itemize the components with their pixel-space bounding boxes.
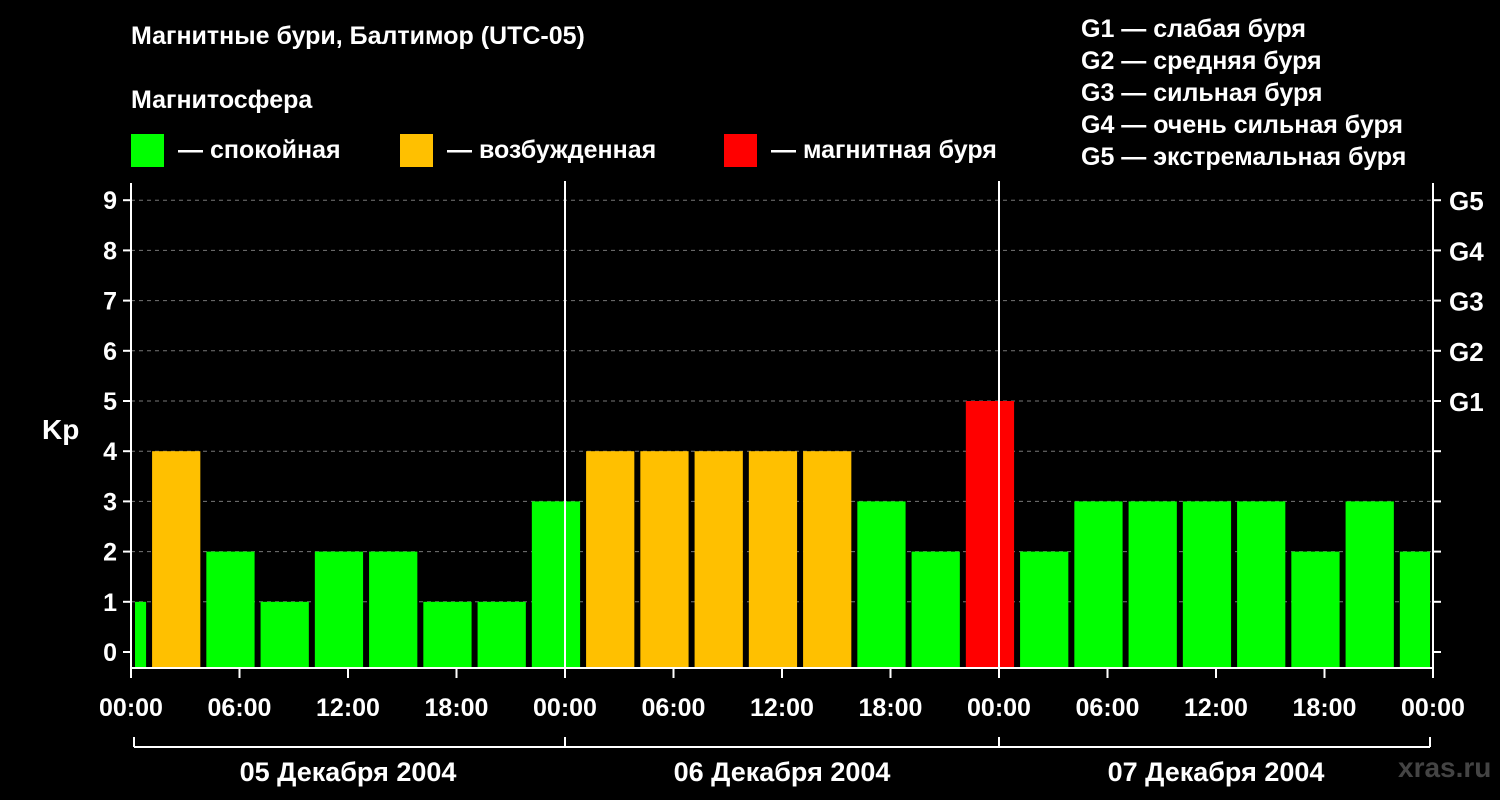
kp-bar (911, 551, 960, 668)
kp-bar (152, 451, 201, 668)
x-tick-label: 06:00 (1076, 694, 1140, 722)
kp-bar (1182, 501, 1232, 668)
day-label: 06 Декабря 2004 (674, 757, 891, 787)
x-tick-label: 18:00 (1293, 694, 1357, 722)
day-label: 07 Декабря 2004 (1108, 757, 1325, 787)
x-tick-label: 06:00 (208, 694, 272, 722)
x-tick-label: 06:00 (642, 694, 706, 722)
y-tick-label: 7 (103, 288, 117, 316)
x-tick-label: 00:00 (99, 694, 163, 722)
y-tick-label: 4 (103, 438, 117, 466)
kp-bar (260, 601, 309, 668)
y-tick-label: 6 (103, 338, 117, 366)
y-tick-label: 1 (103, 589, 117, 617)
kp-bar (1345, 501, 1394, 668)
kp-bar (135, 601, 147, 668)
kp-bar (694, 451, 743, 668)
kp-bar (803, 451, 852, 668)
kp-bar (1399, 551, 1430, 668)
watermark: xras.ru (1398, 752, 1492, 783)
x-tick-label: 12:00 (1184, 694, 1248, 722)
kp-chart: 0 1 2 3 4 5 6 7 8 9 G1 G2 G3 G4 G5 Kp 00:00 06:00 12:00 18:… (42, 181, 1484, 787)
x-tick-label: 00:00 (533, 694, 597, 722)
y-tick-label: 0 (103, 639, 117, 667)
g-tick-label: G5 (1449, 186, 1484, 216)
kp-bar (1291, 551, 1340, 668)
kp-bar (369, 551, 418, 668)
kp-bar (531, 501, 581, 668)
kp-bar (1128, 501, 1177, 668)
g-tick-label: G3 (1449, 287, 1484, 317)
kp-bar (748, 451, 798, 668)
g-tick-label: G4 (1449, 236, 1484, 266)
y-tick-label: 5 (103, 388, 117, 416)
kp-bar (965, 401, 1015, 668)
y-tick-label: 2 (103, 539, 117, 567)
kp-bar (423, 601, 472, 668)
x-tick-label: 12:00 (316, 694, 380, 722)
kp-bar (857, 501, 906, 668)
kp-bar (640, 451, 689, 668)
kp-bar (477, 601, 526, 668)
y-tick-label: 3 (103, 488, 117, 516)
kp-bar (314, 551, 364, 668)
kp-bar (1020, 551, 1069, 668)
kp-bar (206, 551, 255, 668)
kp-bar (1074, 501, 1123, 668)
kp-bar (1237, 501, 1286, 668)
x-tick-label: 18:00 (425, 694, 489, 722)
y-axis-label: Kp (42, 414, 79, 445)
x-tick-label: 00:00 (967, 694, 1031, 722)
y-tick-label: 9 (103, 187, 117, 215)
y-tick-label: 8 (103, 237, 117, 265)
g-tick-label: G1 (1449, 387, 1484, 417)
x-tick-label: 00:00 (1401, 694, 1465, 722)
x-tick-label: 18:00 (859, 694, 923, 722)
day-label: 05 Декабря 2004 (240, 757, 457, 787)
x-tick-label: 12:00 (750, 694, 814, 722)
kp-bar (586, 451, 635, 668)
g-tick-label: G2 (1449, 337, 1484, 367)
